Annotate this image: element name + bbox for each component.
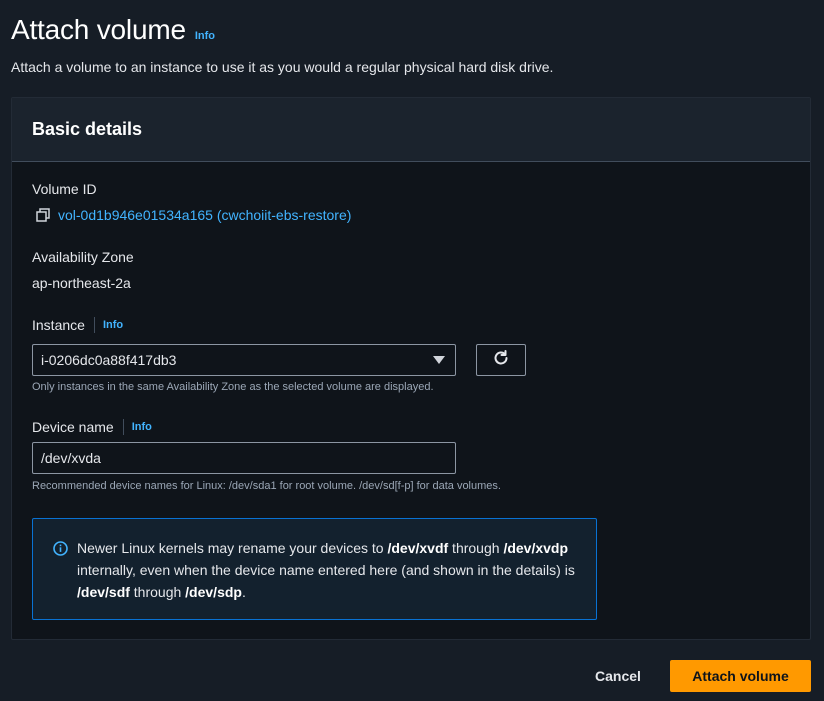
caret-down-icon bbox=[433, 356, 445, 364]
volume-id-link[interactable]: vol-0d1b946e01534a165 (cwchoiit-ebs-rest… bbox=[36, 207, 351, 223]
panel-title: Basic details bbox=[32, 119, 143, 139]
instance-label: Instance Info bbox=[32, 317, 123, 333]
device-name-input[interactable] bbox=[32, 442, 456, 474]
instance-info-link[interactable]: Info bbox=[103, 319, 123, 331]
copy-icon[interactable] bbox=[36, 208, 50, 222]
instance-hint: Only instances in the same Availability … bbox=[32, 381, 434, 393]
label-separator bbox=[93, 317, 95, 333]
page-description: Attach a volume to an instance to use it… bbox=[11, 59, 554, 75]
panel-header: Basic details bbox=[12, 98, 810, 162]
cancel-button[interactable]: Cancel bbox=[584, 660, 652, 692]
info-circle-icon bbox=[53, 540, 68, 556]
instance-label-text: Instance bbox=[32, 317, 85, 333]
availability-zone-value: ap-northeast-2a bbox=[32, 275, 131, 291]
instance-select-value: i-0206dc0a88f417db3 bbox=[41, 352, 177, 368]
availability-zone-label: Availability Zone bbox=[32, 249, 134, 265]
device-info-link[interactable]: Info bbox=[132, 421, 152, 433]
page-info-link[interactable]: Info bbox=[195, 30, 215, 42]
alert-message: Newer Linux kernels may rename your devi… bbox=[77, 540, 575, 600]
volume-id-label-text: Volume ID bbox=[32, 181, 97, 197]
page-title-row: Attach volume Info bbox=[11, 14, 215, 46]
volume-id-label: Volume ID bbox=[32, 181, 97, 197]
refresh-icon bbox=[492, 349, 510, 372]
instance-select[interactable]: i-0206dc0a88f417db3 bbox=[32, 344, 456, 376]
label-separator bbox=[122, 419, 124, 435]
page-header: Attach volume Info bbox=[11, 14, 215, 46]
volume-id-value[interactable]: vol-0d1b946e01534a165 (cwchoiit-ebs-rest… bbox=[58, 207, 351, 223]
device-name-label-text: Device name bbox=[32, 419, 114, 435]
basic-details-panel: Basic details Volume ID vol-0d1b946e0153… bbox=[11, 97, 811, 640]
page-title: Attach volume bbox=[11, 14, 186, 45]
attach-volume-button[interactable]: Attach volume bbox=[670, 660, 811, 692]
availability-zone-label-text: Availability Zone bbox=[32, 249, 134, 265]
device-name-hint: Recommended device names for Linux: /dev… bbox=[32, 480, 501, 492]
refresh-button[interactable] bbox=[476, 344, 526, 376]
device-name-label: Device name Info bbox=[32, 419, 152, 435]
info-alert: Newer Linux kernels may rename your devi… bbox=[32, 518, 597, 620]
